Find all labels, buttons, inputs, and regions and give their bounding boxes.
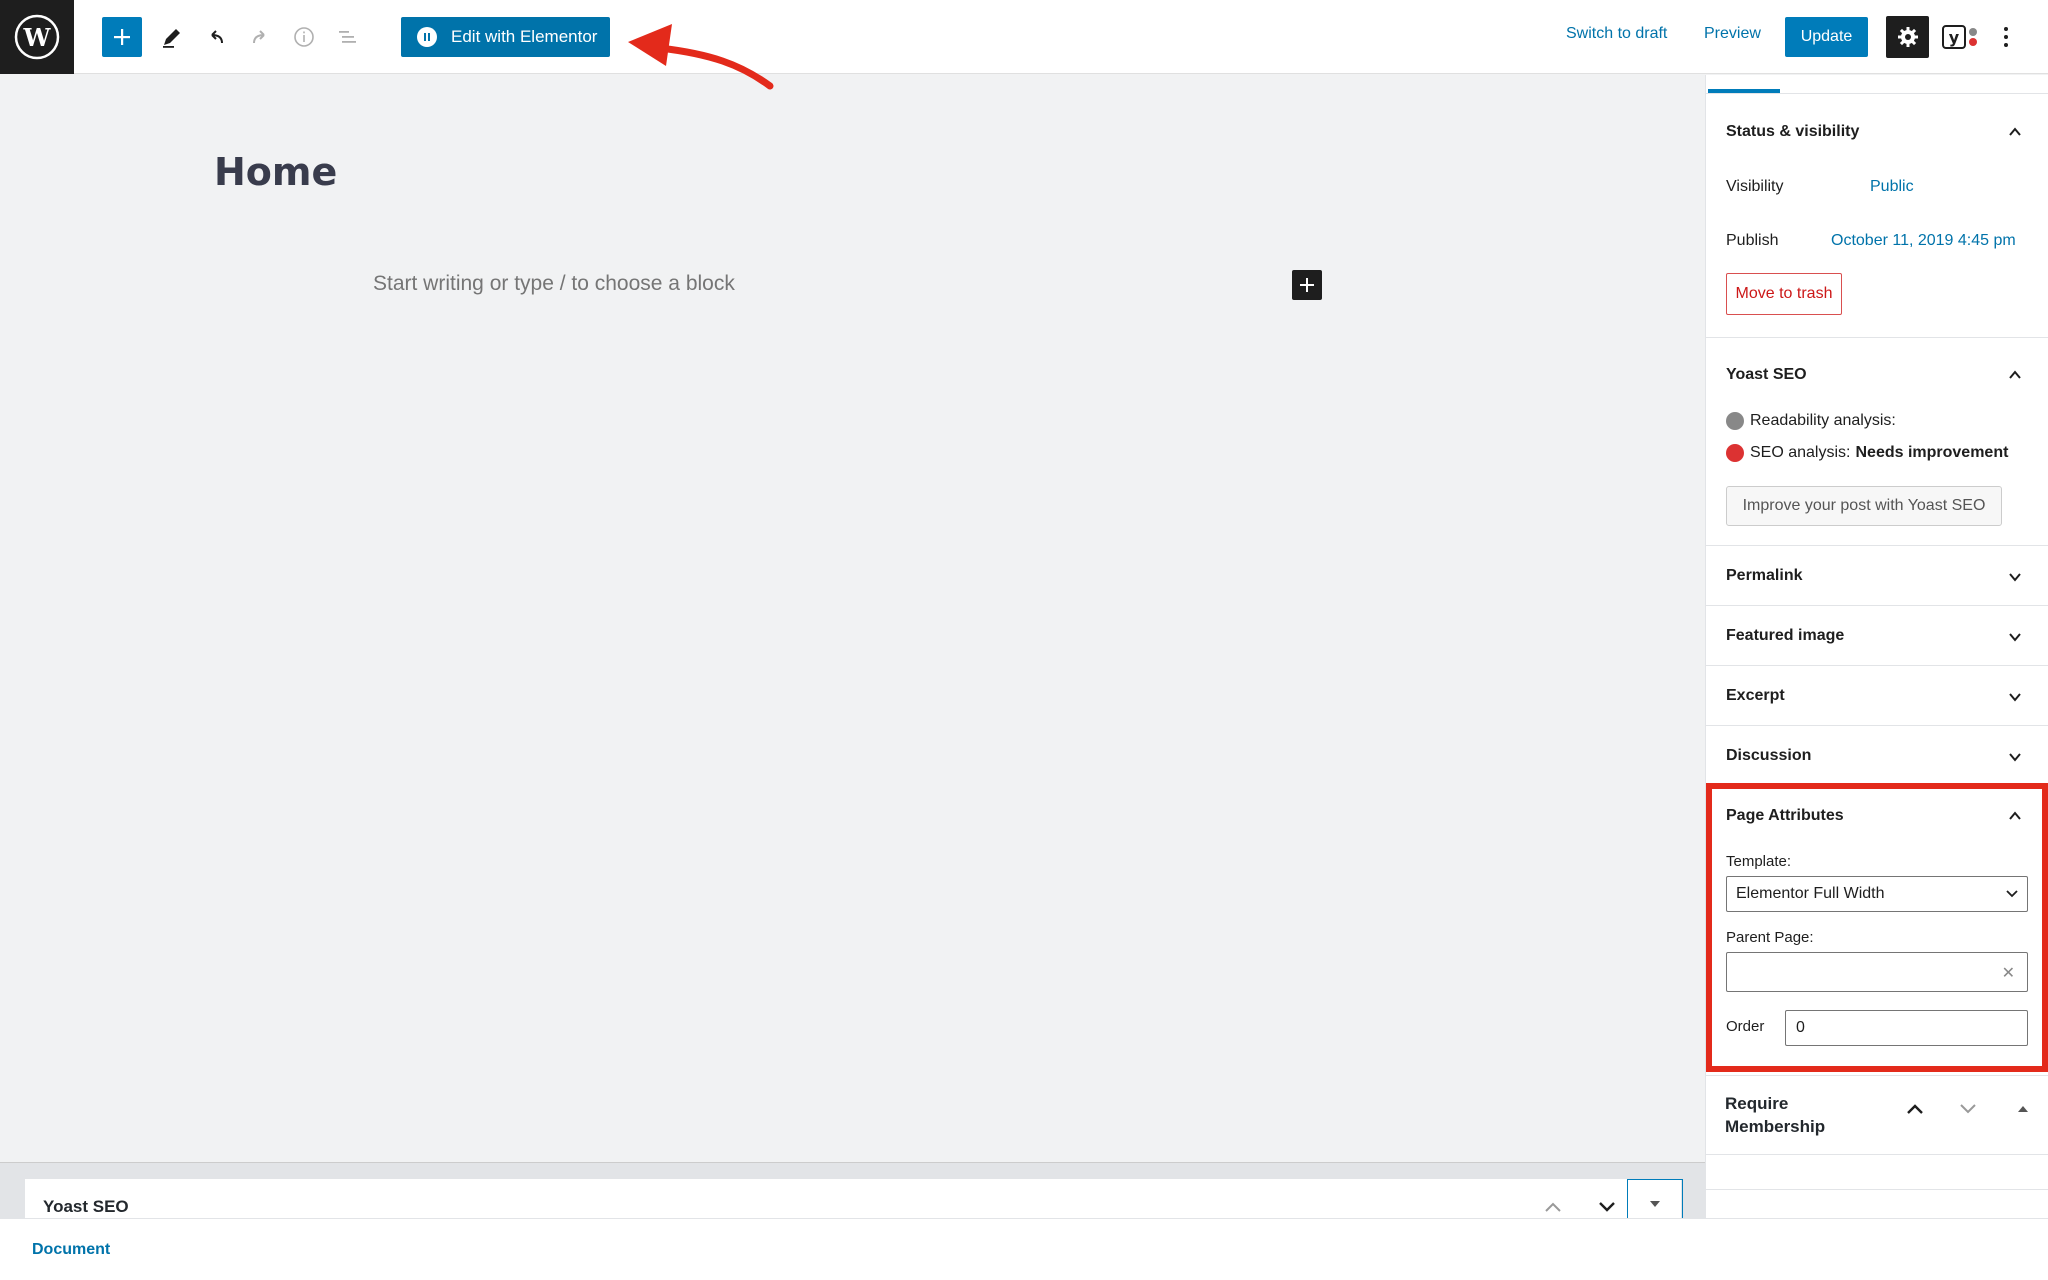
breadcrumb[interactable]: Document: [32, 1241, 110, 1259]
panel-title[interactable]: Yoast SEO: [1726, 366, 1807, 384]
template-select-value: Elementor Full Width: [1736, 885, 1885, 902]
panel-status-visibility: Status & visibility Visibility Public Pu…: [1706, 93, 2048, 337]
publish-date-link[interactable]: October 11, 2019 4:45 pm: [1831, 232, 2016, 250]
visibility-label: Visibility: [1726, 178, 1784, 195]
chevron-up-icon: [1907, 1104, 1923, 1114]
editor-footer: Document: [0, 1218, 2048, 1280]
block-navigation-button[interactable]: [328, 17, 368, 57]
seo-analysis-status: Needs improvement: [1855, 444, 2009, 461]
wordpress-logo-icon[interactable]: W: [0, 0, 74, 74]
move-down-button[interactable]: [1953, 1094, 1983, 1124]
panel-title: Permalink: [1726, 567, 1803, 584]
chevron-up-icon[interactable]: [2007, 124, 2023, 140]
visibility-link[interactable]: Public: [1870, 178, 1914, 196]
block-placeholder[interactable]: Start writing or type / to choose a bloc…: [373, 272, 735, 296]
panel-title[interactable]: Page Attributes: [1726, 807, 1844, 825]
panel-permalink[interactable]: Permalink: [1706, 545, 2048, 605]
redo-icon: [253, 30, 265, 44]
panel-title: Excerpt: [1726, 687, 1785, 704]
edit-with-elementor-label: Edit with Elementor: [451, 27, 598, 46]
yoast-button[interactable]: y: [1939, 17, 1983, 57]
parent-page-combobox[interactable]: ✕: [1726, 952, 2028, 992]
order-input[interactable]: 0: [1785, 1010, 2028, 1046]
publish-label: Publish: [1726, 232, 1779, 249]
readability-label: Readability analysis:: [1750, 412, 1896, 429]
require-membership-title: Require Membership: [1725, 1094, 1826, 1136]
move-to-trash-button[interactable]: Move to trash: [1726, 273, 1842, 315]
seo-status-icon: [1726, 444, 1744, 462]
preview-link[interactable]: Preview: [1704, 25, 1761, 43]
caret-down-icon: [1650, 1201, 1660, 1207]
svg-text:W: W: [23, 23, 52, 52]
panel-page-attributes: Page Attributes Template: Elementor Full…: [1706, 785, 2048, 1075]
seo-analysis-row: SEO analysis: Needs improvement: [1726, 444, 2008, 462]
update-button[interactable]: Update: [1785, 17, 1868, 57]
undo-button[interactable]: [196, 17, 236, 57]
template-label: Template:: [1726, 853, 1792, 870]
close-icon[interactable]: ✕: [2002, 963, 2015, 983]
settings-button[interactable]: [1886, 16, 1929, 58]
template-select[interactable]: Elementor Full Width: [1726, 876, 2028, 912]
toggle-panel-button[interactable]: [2008, 1094, 2038, 1124]
move-up-button[interactable]: [1900, 1094, 1930, 1124]
tools-button[interactable]: [152, 17, 192, 57]
chevron-down-icon: [1960, 1104, 1976, 1114]
redo-button[interactable]: [240, 17, 280, 57]
caret-up-icon: [2018, 1106, 2028, 1112]
gear-icon: [1897, 27, 1918, 47]
yoast-metabox-title: Yoast SEO: [43, 1197, 129, 1216]
settings-sidebar: Status & visibility Visibility Public Pu…: [1705, 75, 2048, 1218]
yoast-icon: y: [1942, 25, 1977, 49]
panel-excerpt[interactable]: Excerpt: [1706, 665, 2048, 725]
readability-status-icon: [1726, 412, 1744, 430]
chevron-down-icon: [2009, 693, 2021, 702]
details-button[interactable]: [284, 17, 324, 57]
undo-icon: [211, 30, 223, 44]
pencil-icon: [163, 29, 180, 48]
panel-title[interactable]: Status & visibility: [1726, 123, 1859, 141]
chevron-down-icon: [1599, 1202, 1615, 1212]
chevron-down-icon: [2009, 633, 2021, 642]
seo-analysis-label: SEO analysis:: [1750, 444, 1851, 461]
panel-yoast-seo: Yoast SEO Readability analysis: SEO anal…: [1706, 337, 2048, 545]
edit-with-elementor-button[interactable]: Edit with Elementor: [401, 17, 610, 57]
info-icon: [294, 27, 314, 47]
plus-icon: [1300, 278, 1314, 292]
order-label: Order: [1726, 1018, 1765, 1035]
improve-with-yoast-button[interactable]: Improve your post with Yoast SEO: [1726, 486, 2002, 526]
top-toolbar: W Edit with Elementor Switch to draft Pr…: [0, 0, 2048, 74]
page-title[interactable]: Home: [214, 150, 337, 194]
chevron-down-icon: [2009, 753, 2021, 762]
more-vertical-icon: [2004, 27, 2008, 47]
annotation-arrow-icon: [628, 24, 774, 90]
elementor-icon: [417, 27, 437, 47]
chevron-down-icon: [2009, 573, 2021, 582]
chevron-up-icon[interactable]: [2007, 367, 2023, 383]
readability-row: Readability analysis:: [1726, 412, 1896, 430]
panel-title: Discussion: [1726, 747, 1812, 764]
panel-require-membership: Require Membership: [1706, 1075, 2048, 1155]
panel-discussion[interactable]: Discussion: [1706, 725, 2048, 785]
chevron-down-icon: [2006, 890, 2018, 898]
panel-empty: [1706, 1189, 2048, 1218]
switch-to-draft-link[interactable]: Switch to draft: [1566, 25, 1667, 43]
parent-page-label: Parent Page:: [1726, 929, 1814, 946]
chevron-up-icon[interactable]: [2007, 808, 2023, 824]
chevron-up-icon: [1545, 1202, 1561, 1212]
panel-featured-image[interactable]: Featured image: [1706, 605, 2048, 665]
svg-text:y: y: [1949, 28, 1960, 47]
block-inserter-button[interactable]: [1292, 270, 1322, 300]
more-options-button[interactable]: [1986, 17, 2026, 57]
plus-icon: [114, 29, 130, 45]
add-block-button[interactable]: [102, 17, 142, 57]
outline-icon: [339, 31, 356, 43]
panel-title: Featured image: [1726, 627, 1845, 644]
